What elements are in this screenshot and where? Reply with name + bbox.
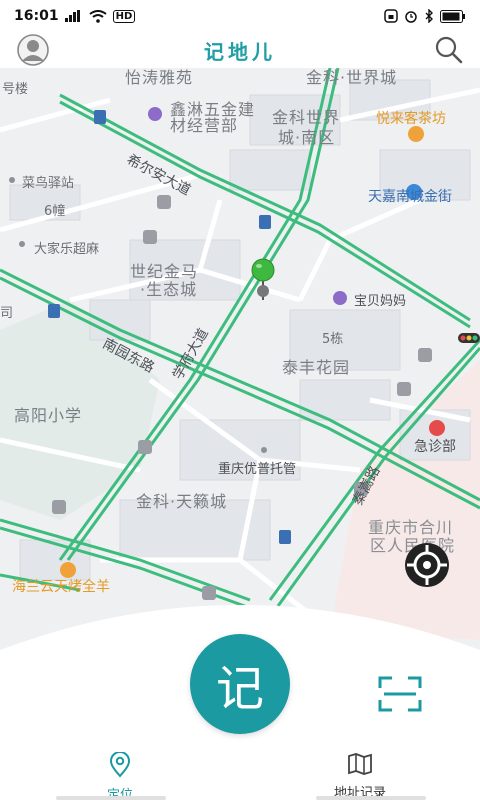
status-time: 16:01 — [14, 8, 59, 24]
map-book-icon — [347, 752, 373, 780]
map-label-tianlai: 金科·天籁城 — [136, 492, 228, 511]
search-icon[interactable] — [434, 35, 464, 65]
alarm-icon — [404, 9, 418, 23]
map-label-youpu: 重庆优普托管 — [218, 462, 297, 477]
record-address-button[interactable]: 记 — [190, 634, 290, 734]
map-label-baby-mom: 宝贝妈妈 — [354, 294, 407, 309]
map-label-yitao: 怡涛雅苑 — [125, 68, 194, 87]
lock-icon — [384, 9, 398, 23]
signal-icon — [64, 10, 83, 22]
map-label-gaoyang: 高阳小学 — [14, 406, 83, 425]
map-label-jinke-world: 金科·世界城 — [306, 68, 398, 87]
status-bar: 16:01 HD — [0, 0, 480, 32]
map-label-jinke-south-2: 城·南区 — [278, 128, 336, 147]
user-avatar-button[interactable] — [14, 34, 52, 66]
map-label-company: 司 — [0, 306, 14, 321]
bottom-tab-bar: 定位 地址记录 — [0, 751, 480, 800]
bluetooth-icon — [424, 9, 434, 23]
map-label-hailan: 海兰云天烤全羊 — [12, 579, 110, 595]
tab-locate[interactable]: 定位 — [80, 751, 160, 800]
app-title: 记地儿 — [204, 39, 276, 64]
map-label-emergency: 急诊部 — [414, 439, 456, 455]
map-label-building: 号楼 — [2, 82, 29, 97]
app-header: 记地儿 — [0, 32, 480, 68]
map-view[interactable]: 怡涛雅苑 金科·世界城 号楼 鑫淋五金建 材经营部 金科世界 城·南区 悦来客茶… — [0, 68, 480, 668]
tab-records[interactable]: 地址记录 — [320, 752, 400, 800]
map-label-dajiale: 大家乐超麻 — [34, 242, 100, 257]
wifi-icon — [88, 9, 107, 23]
tab-indicator-right — [316, 796, 426, 800]
battery-icon — [440, 9, 466, 23]
map-label-tianjia: 天嘉南城金街 — [368, 189, 452, 205]
network-badge: HD — [112, 9, 136, 23]
map-label-cainiao: 菜鸟驿站 — [22, 176, 75, 191]
map-label-century-2: ·生态城 — [140, 280, 198, 299]
map-label-6-building: 6幢 — [44, 204, 66, 219]
scan-icon[interactable] — [378, 676, 422, 712]
map-label-5-building: 5栋 — [322, 332, 344, 347]
tab-indicator-left — [56, 796, 166, 800]
location-pin-icon — [108, 751, 132, 782]
my-location-button[interactable] — [402, 540, 452, 590]
map-label-taifeng: 泰丰花园 — [282, 358, 351, 377]
app-screen: 16:01 HD 记地儿 怡涛雅苑 金科·世界城 号楼 鑫淋五金建 材经营部 金… — [0, 0, 480, 800]
map-label-teahouse: 悦来客茶坊 — [376, 111, 446, 127]
map-label-xinlin-2: 材经营部 — [170, 116, 239, 135]
